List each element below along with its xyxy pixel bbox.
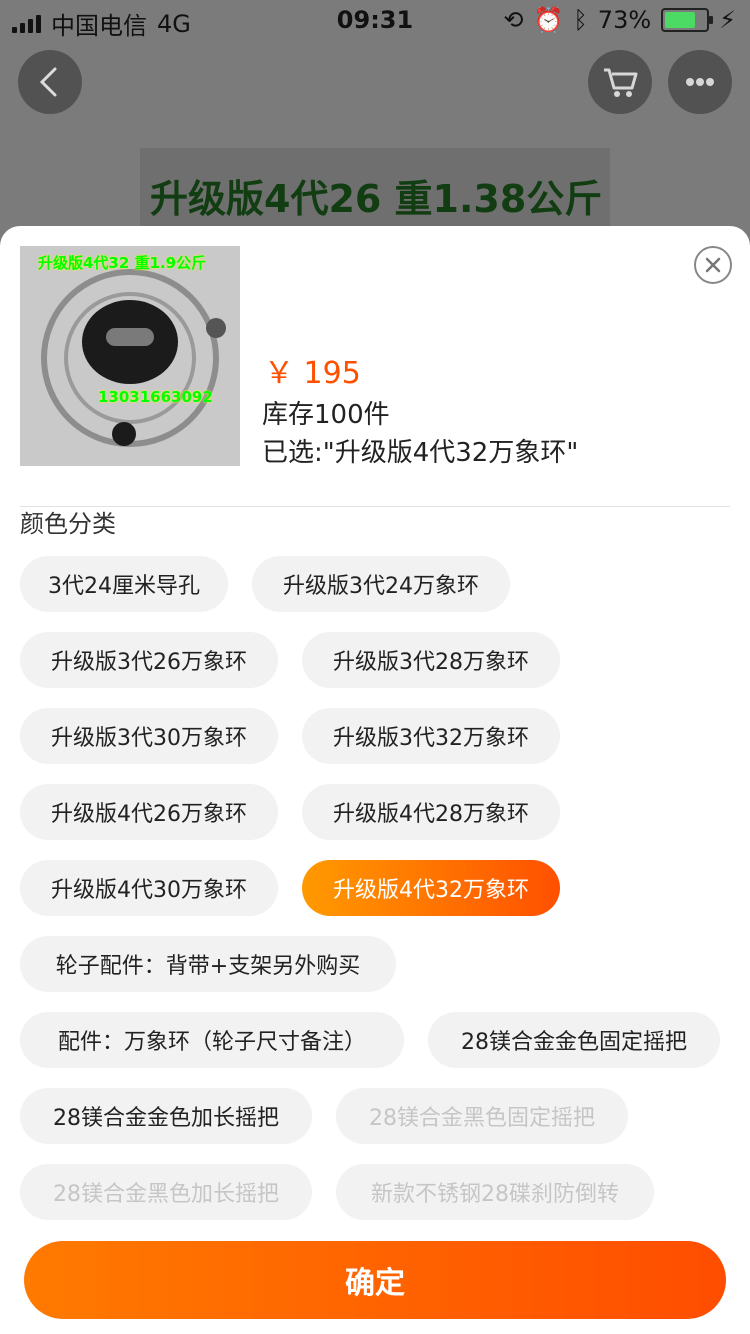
option-chip-disabled: 新款不锈钢28碟刹防倒转 (336, 1164, 654, 1220)
option-chip[interactable]: 28镁合金金色固定摇把 (428, 1012, 720, 1068)
option-chip[interactable]: 升级版4代30万象环 (20, 860, 278, 916)
more-icon (686, 78, 714, 86)
option-chip[interactable]: 3代24厘米导孔 (20, 556, 228, 612)
rotation-lock-icon: ⟲ (503, 6, 524, 34)
option-chip[interactable]: 轮子配件：背带+支架另外购买 (20, 936, 396, 992)
stock-count: 库存100件 (262, 400, 390, 430)
product-thumbnail: 升级版4代32 重1.9公斤 13031663092 (20, 246, 240, 466)
back-arrow-icon (39, 67, 57, 97)
bluetooth-icon: ᛒ (573, 6, 588, 34)
status-right: ⟲ ⏰ ᛒ 73% ⚡ (503, 6, 736, 34)
option-chip[interactable]: 升级版3代30万象环 (20, 708, 278, 764)
battery-icon (661, 8, 714, 32)
alarm-icon: ⏰ (533, 6, 564, 34)
battery-percentage: 73% (597, 6, 652, 34)
option-chip[interactable]: 升级版3代24万象环 (252, 556, 510, 612)
cart-button[interactable] (588, 50, 652, 114)
charging-icon: ⚡ (719, 6, 736, 34)
close-icon (705, 257, 721, 273)
divider (20, 506, 730, 507)
price: ￥ 195 (264, 356, 361, 391)
back-button[interactable] (18, 50, 82, 114)
more-button[interactable] (668, 50, 732, 114)
option-chip[interactable]: 升级版3代32万象环 (302, 708, 560, 764)
option-chip-disabled: 28镁合金黑色固定摇把 (336, 1088, 628, 1144)
option-chip[interactable]: 配件：万象环（轮子尺寸备注） (20, 1012, 404, 1068)
cart-icon (604, 68, 638, 97)
option-chip[interactable]: 28镁合金金色加长摇把 (20, 1088, 312, 1144)
status-bar: 中国电信 4G 09:31 ⟲ ⏰ ᛒ 73% ⚡ (0, 0, 750, 40)
option-chip-selected[interactable]: 升级版4代32万象环 (302, 860, 560, 916)
confirm-button[interactable]: 确定 (24, 1241, 726, 1319)
option-chip[interactable]: 升级版4代28万象环 (302, 784, 560, 840)
option-chip-disabled: 28镁合金黑色加长摇把 (20, 1164, 312, 1220)
option-chip[interactable]: 升级版3代26万象环 (20, 632, 278, 688)
backdrop-caption: 升级版4代26 重1.38公斤 (150, 177, 603, 221)
selected-option-summary: 已选:"升级版4代32万象环" (262, 438, 579, 468)
close-button[interactable] (694, 246, 732, 284)
thumbnail-phone: 13031663092 (98, 388, 213, 406)
thumbnail-caption: 升级版4代32 重1.9公斤 (38, 254, 207, 272)
option-chip[interactable]: 升级版4代26万象环 (20, 784, 278, 840)
section-title: 颜色分类 (20, 510, 116, 538)
reel-illustration (41, 269, 226, 447)
option-chip[interactable]: 升级版3代28万象环 (302, 632, 560, 688)
sku-sheet: 升级版4代32 重1.9公斤 13031663092 ￥ 195 库存100件 … (0, 226, 750, 1334)
